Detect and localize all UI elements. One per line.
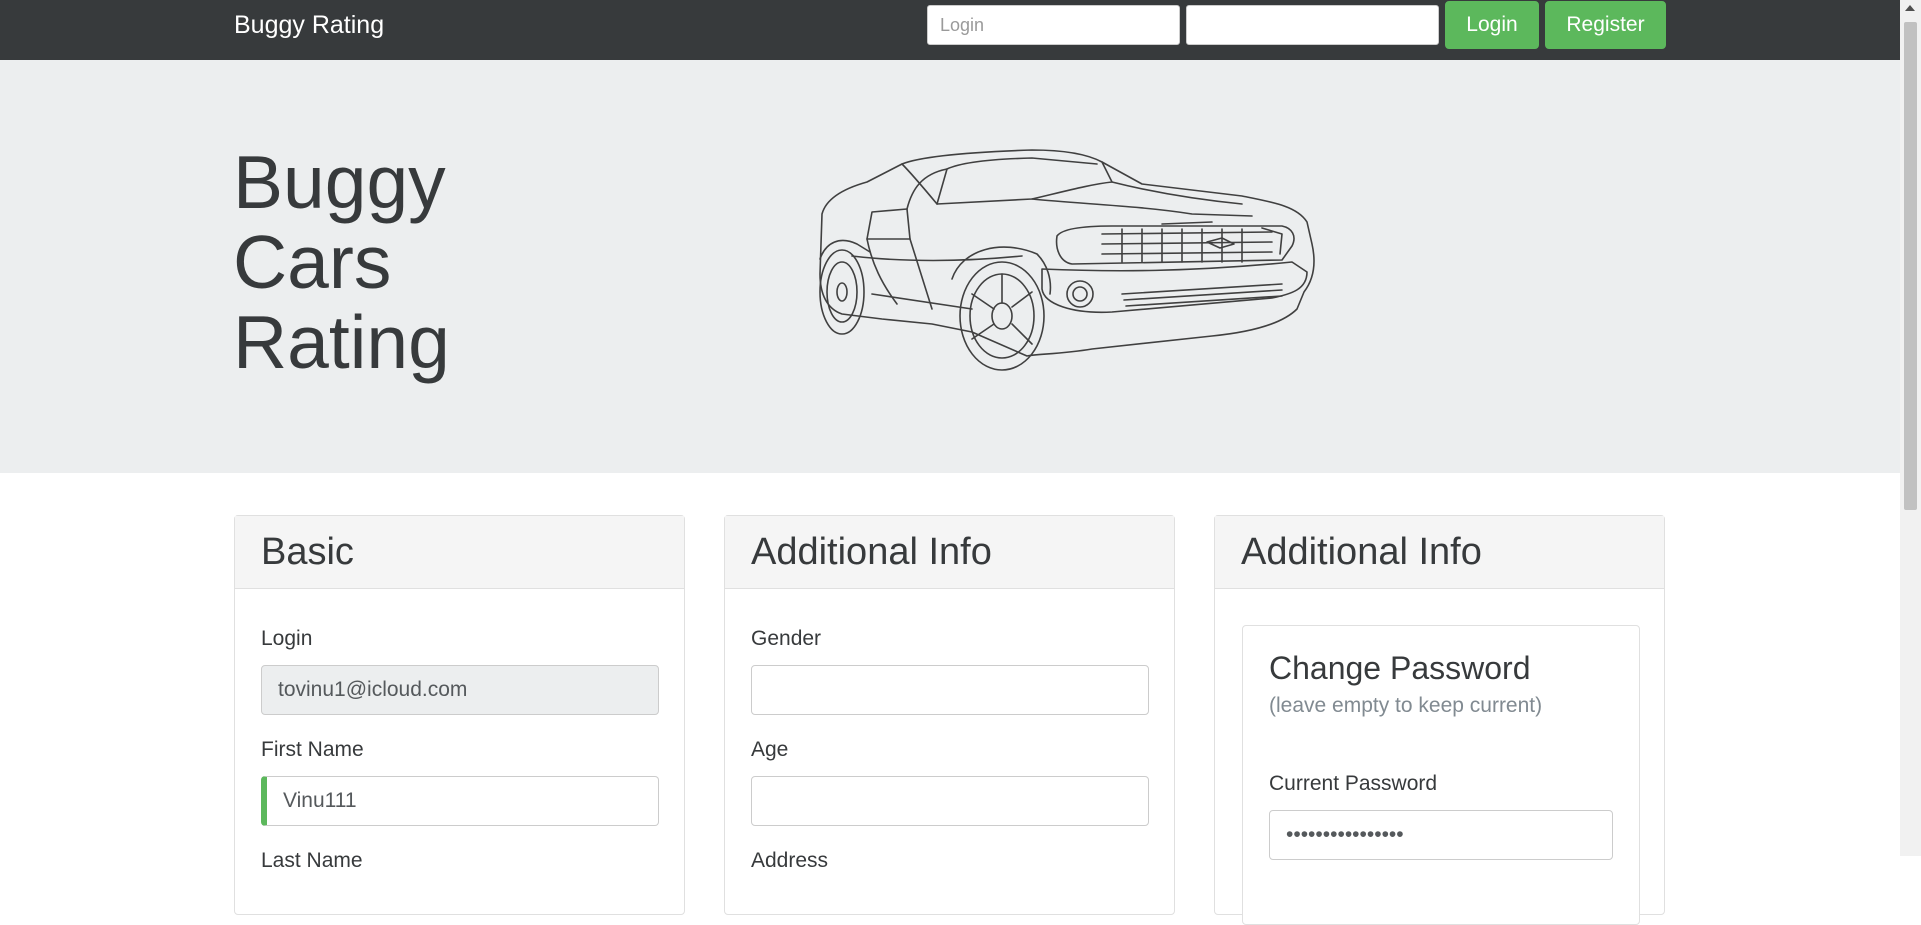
scroll-up-icon[interactable] (1905, 5, 1915, 11)
current-password-field[interactable] (1269, 810, 1613, 860)
nav-register-button[interactable]: Register (1545, 1, 1666, 49)
card-header: Additional Info (725, 516, 1174, 589)
gender-field[interactable] (751, 665, 1149, 715)
first-name-label: First Name (261, 738, 364, 761)
hero-title: Buggy Cars Rating (233, 142, 450, 382)
additional-info-card: Additional Info Gender Age Address (724, 515, 1175, 915)
login-field[interactable] (261, 665, 659, 715)
nav-login-input[interactable] (927, 5, 1180, 45)
card-title: Additional Info (1241, 531, 1482, 573)
password-card: Additional Info Change Password (leave e… (1214, 515, 1665, 925)
nav-password-input[interactable] (1186, 5, 1439, 45)
first-name-field[interactable] (261, 776, 659, 826)
card-title: Additional Info (751, 531, 992, 573)
gender-label: Gender (751, 627, 822, 650)
change-password-hint: (leave empty to keep current) (1269, 694, 1543, 717)
change-password-title: Change Password (1269, 650, 1531, 686)
top-navbar: Buggy Rating Login Register (0, 0, 1900, 60)
page-scrollbar[interactable] (1900, 0, 1921, 856)
last-name-label: Last Name (261, 849, 363, 872)
card-header: Basic (235, 516, 684, 589)
hero-title-line: Rating (233, 300, 450, 384)
age-field[interactable] (751, 776, 1149, 826)
car-sketch-icon (819, 149, 1315, 371)
change-password-panel: Change Password (leave empty to keep cur… (1242, 625, 1640, 925)
scrollbar-thumb[interactable] (1904, 22, 1917, 510)
hero-title-line: Cars (233, 220, 392, 304)
hero-title-line: Buggy (233, 140, 446, 224)
hero-banner: Buggy Cars Rating (0, 60, 1900, 473)
card-header: Additional Info (1215, 516, 1664, 589)
brand-link[interactable]: Buggy Rating (234, 10, 384, 40)
age-label: Age (751, 738, 789, 761)
address-label: Address (751, 849, 829, 872)
current-password-label: Current Password (1269, 772, 1438, 795)
basic-info-card: Basic Login First Name Last Name (234, 515, 685, 915)
card-title: Basic (261, 531, 354, 573)
nav-login-button[interactable]: Login (1445, 1, 1539, 49)
login-label: Login (261, 627, 313, 650)
